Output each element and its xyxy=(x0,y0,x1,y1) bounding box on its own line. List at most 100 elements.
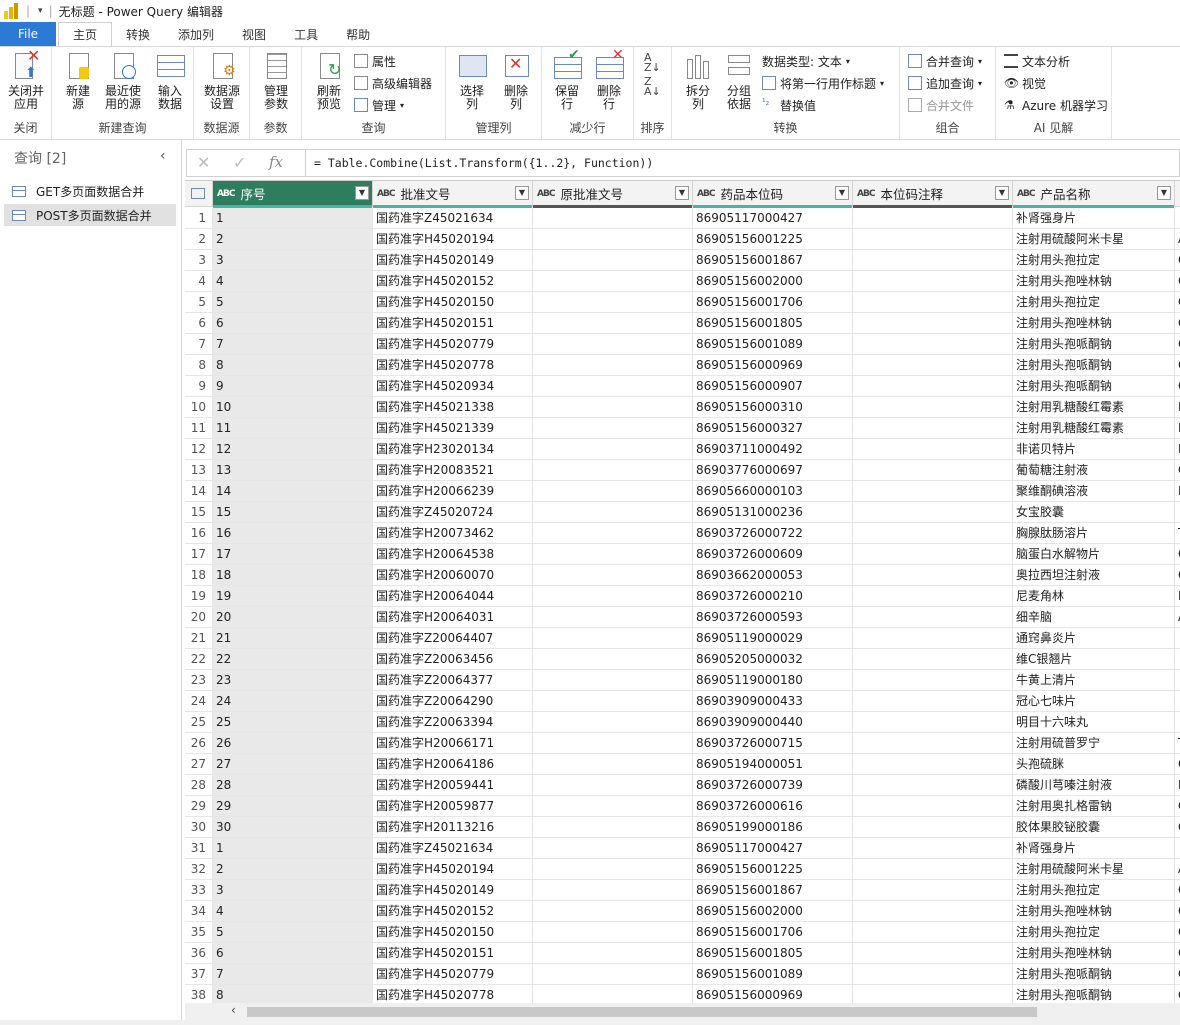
table-cell[interactable] xyxy=(853,859,1013,880)
row-number[interactable]: 8 xyxy=(185,355,213,376)
table-cell[interactable] xyxy=(533,229,693,250)
table-cell[interactable]: 注射用头孢拉定 xyxy=(1013,880,1175,901)
table-cell[interactable]: C xyxy=(1175,271,1180,292)
table-cell[interactable] xyxy=(853,628,1013,649)
table-cell[interactable]: 86903662000053 xyxy=(693,565,853,586)
table-cell[interactable] xyxy=(1175,670,1180,691)
column-header[interactable]: ABC 批准文号 ▼ xyxy=(373,181,533,207)
table-cell[interactable]: 30 xyxy=(213,817,373,838)
column-filter-dropdown-icon[interactable]: ▼ xyxy=(355,186,369,200)
table-cell[interactable]: 86905156002000 xyxy=(693,901,853,922)
horizontal-scrollbar[interactable]: ‹ xyxy=(185,1003,1180,1020)
table-cell[interactable]: 86905156000310 xyxy=(693,397,853,418)
table-cell[interactable]: 11 xyxy=(213,418,373,439)
table-cell[interactable]: 国药准字H45020150 xyxy=(373,292,533,313)
table-row[interactable]: 10 10 国药准字H45021338 86905156000310 注射用乳糖酸红霉素… xyxy=(185,397,1180,418)
table-row[interactable]: 1313国药准字H2008352186903776000697葡萄糖注射液C xyxy=(185,460,1180,481)
table-cell[interactable]: 国药准字H20064044 xyxy=(373,586,533,607)
table-cell[interactable]: 国药准字H20073462 xyxy=(373,523,533,544)
table-cell[interactable]: 86905119000029 xyxy=(693,628,853,649)
table-cell[interactable]: 86905156001225 xyxy=(693,859,853,880)
cancel-icon[interactable]: ✕ xyxy=(197,153,210,172)
table-cell[interactable]: 通窍鼻炎片 xyxy=(1013,628,1175,649)
table-cell[interactable] xyxy=(533,502,693,523)
table-cell[interactable]: 5 xyxy=(213,292,373,313)
table-cell[interactable]: 磷酸川芎嗪注射液 xyxy=(1013,775,1175,796)
table-cell[interactable] xyxy=(853,943,1013,964)
text-type-icon[interactable]: ABC xyxy=(537,189,555,199)
table-cell[interactable]: L xyxy=(1175,775,1180,796)
table-row[interactable]: 24 24 国药准字Z20064290 86903909000433 冠心七味片 xyxy=(185,691,1180,712)
manage-parameters-button[interactable]: 管理 参数 xyxy=(256,51,296,111)
split-column-button[interactable]: 拆分 列 xyxy=(678,51,718,111)
table-cell[interactable]: C xyxy=(1175,880,1180,901)
table-cell[interactable]: 注射用头孢拉定 xyxy=(1013,292,1175,313)
row-number[interactable]: 9 xyxy=(185,376,213,397)
table-cell[interactable]: 86905117000427 xyxy=(693,208,853,229)
table-row[interactable]: 355国药准字H45020150 86905156001706 注射用头孢拉定C xyxy=(185,922,1180,943)
row-number[interactable]: 33 xyxy=(185,880,213,901)
table-cell[interactable]: C xyxy=(1175,355,1180,376)
table-cell[interactable]: 国药准字H20066171 xyxy=(373,733,533,754)
table-row[interactable]: 1212国药准字H2302013486903711000492非诺贝特片F xyxy=(185,439,1180,460)
table-cell[interactable] xyxy=(533,586,693,607)
table-cell[interactable]: 注射用乳糖酸红霉素 xyxy=(1013,397,1175,418)
table-cell[interactable] xyxy=(533,313,693,334)
table-cell[interactable] xyxy=(853,691,1013,712)
table-row[interactable]: 1414国药准字H2006623986905660000103聚维酮碘溶液F xyxy=(185,481,1180,502)
table-cell[interactable]: N xyxy=(1175,586,1180,607)
table-cell[interactable]: 86903726000616 xyxy=(693,796,853,817)
table-cell[interactable]: 国药准字H20059441 xyxy=(373,775,533,796)
table-cell[interactable]: 国药准字H20060070 xyxy=(373,565,533,586)
table-cell[interactable]: C xyxy=(1175,796,1180,817)
table-cell[interactable]: 25 xyxy=(213,712,373,733)
table-cell[interactable]: 18 xyxy=(213,565,373,586)
table-cell[interactable]: 注射用硫酸阿米卡星 xyxy=(1013,859,1175,880)
table-cell[interactable] xyxy=(533,922,693,943)
table-cell[interactable]: C xyxy=(1175,565,1180,586)
table-cell[interactable]: 86903909000440 xyxy=(693,712,853,733)
table-cell[interactable]: 国药准字H20064031 xyxy=(373,607,533,628)
row-number[interactable]: 32 xyxy=(185,859,213,880)
row-number[interactable]: 7 xyxy=(185,334,213,355)
table-cell[interactable]: C xyxy=(1175,544,1180,565)
table-cell[interactable]: 86905156002000 xyxy=(693,271,853,292)
table-cell[interactable]: A xyxy=(1175,607,1180,628)
table-row[interactable]: 21 21 国药准字Z20064407 86905119000029 通窍鼻炎片 xyxy=(185,628,1180,649)
table-cell[interactable]: 注射用硫普罗宁 xyxy=(1013,733,1175,754)
table-cell[interactable] xyxy=(533,733,693,754)
text-type-icon[interactable]: ABC xyxy=(377,189,395,199)
table-cell[interactable] xyxy=(533,544,693,565)
row-number[interactable]: 2 xyxy=(185,229,213,250)
table-row[interactable]: 1919国药准字H2006404486903726000210尼麦角林N xyxy=(185,586,1180,607)
table-cell[interactable]: C xyxy=(1175,985,1180,1003)
table-cell[interactable]: 14 xyxy=(213,481,373,502)
table-cell[interactable]: A xyxy=(1175,229,1180,250)
table-cell[interactable]: 国药准字Z45021634 xyxy=(373,208,533,229)
table-cell[interactable] xyxy=(853,964,1013,985)
tab-file[interactable]: File xyxy=(0,22,56,46)
table-cell[interactable]: 86905660000103 xyxy=(693,481,853,502)
table-cell[interactable] xyxy=(533,376,693,397)
table-cell[interactable]: 注射用头孢唑林钠 xyxy=(1013,901,1175,922)
table-cell[interactable] xyxy=(533,859,693,880)
table-cell[interactable]: 7 xyxy=(213,334,373,355)
table-cell[interactable] xyxy=(853,838,1013,859)
table-cell[interactable] xyxy=(853,502,1013,523)
table-cell[interactable]: 86905156000969 xyxy=(693,985,853,1003)
table-cell[interactable]: 26 xyxy=(213,733,373,754)
table-cell[interactable] xyxy=(1175,628,1180,649)
row-number[interactable]: 25 xyxy=(185,712,213,733)
table-cell[interactable]: 9 xyxy=(213,376,373,397)
table-cell[interactable] xyxy=(533,565,693,586)
table-row[interactable]: 333国药准字H4502014986905156001867注射用头孢拉定C xyxy=(185,880,1180,901)
table-cell[interactable]: 国药准字Z20063456 xyxy=(373,649,533,670)
table-cell[interactable]: 1 xyxy=(213,838,373,859)
table-cell[interactable]: 国药准字H45020778 xyxy=(373,985,533,1003)
table-cell[interactable]: 国药准字H45020194 xyxy=(373,859,533,880)
table-row[interactable]: 99国药准字H4502093486905156000907注射用头孢哌酮钠C xyxy=(185,376,1180,397)
row-number[interactable]: 15 xyxy=(185,502,213,523)
table-cell[interactable]: 86905194000051 xyxy=(693,754,853,775)
table-cell[interactable]: 国药准字H23020134 xyxy=(373,439,533,460)
row-number[interactable]: 29 xyxy=(185,796,213,817)
